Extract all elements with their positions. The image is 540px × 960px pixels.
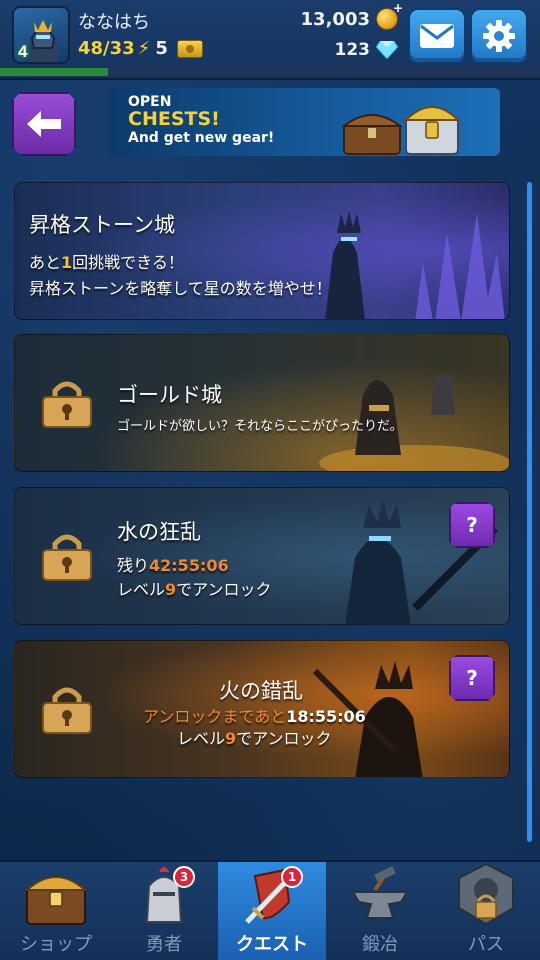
bolt-icon: ⚡ [137, 38, 151, 59]
attempts-count: 1 [61, 253, 73, 272]
unlock-level: 9 [165, 580, 177, 599]
nav-quest[interactable]: 1 クエスト [218, 862, 326, 960]
quest-attempts-line: あと1回挑戦できる！ [29, 249, 184, 273]
quest-desc-ascension: 昇格ストーンを略奪して星の数を増やせ！ [29, 279, 332, 298]
nav-forge-label: 鍛冶 [362, 934, 398, 955]
gold-warrior-illustration [319, 375, 509, 471]
energy-display: 48/33 ⚡ 5 [78, 38, 203, 59]
remaining-label: 残り [117, 556, 150, 575]
quest-card-fire-chaos[interactable]: 火の錯乱 アンロックまであと18:55:06 レベル9でアンロック ? [14, 640, 510, 778]
info-button-fire[interactable]: ? [449, 655, 495, 701]
xp-fill [0, 68, 108, 76]
fire-until-line: アンロックまであと18:55:06 [143, 703, 366, 727]
back-arrow-icon [27, 111, 61, 137]
water-remaining-time: 42:55:06 [149, 556, 229, 575]
ticket-icon [176, 39, 203, 58]
anvil-icon [351, 866, 409, 919]
xp-bar [0, 68, 540, 76]
attempts-suffix: 回挑戦できる！ [72, 253, 184, 272]
gem-value: 123 [334, 40, 371, 60]
gem-display[interactable]: 123 [334, 40, 398, 60]
gold-display[interactable]: 13,003 + [300, 1, 403, 30]
unlock-suffix: でアンロック [176, 580, 272, 599]
open-chests-banner[interactable]: OPEN CHESTS! And get new gear! [108, 88, 500, 156]
top-bar: 4 ななはち 48/33 ⚡ 5 13,003 + 123 [0, 0, 540, 80]
player-level: 4 [18, 42, 28, 61]
banner-line3: And get new gear! [128, 130, 275, 146]
coin-icon: + [376, 1, 403, 30]
water-remaining-line: 残り42:55:06 [117, 552, 229, 576]
unlock-suffix: でアンロック [236, 729, 332, 748]
heroes-icon-wrap: 3 [129, 862, 199, 928]
quest-title-water: 水の狂乱 [117, 520, 201, 544]
unlock-prefix: レベル [177, 729, 226, 748]
lock-icon [42, 687, 92, 734]
gem-icon [376, 41, 398, 59]
lock-icon [42, 534, 92, 581]
question-icon: ? [466, 513, 478, 537]
quest-icon-wrap: 1 [237, 862, 307, 928]
nav-shop-label: ショップ [20, 934, 92, 955]
until-label: アンロックまであと [143, 707, 287, 726]
quest-title-fire: 火の錯乱 [219, 679, 303, 703]
quest-badge: 1 [281, 866, 303, 888]
mail-button[interactable] [408, 8, 466, 64]
heroes-badge: 3 [173, 866, 195, 888]
quest-title-ascension: 昇格ストーン城 [29, 213, 175, 237]
settings-button[interactable] [470, 8, 528, 64]
lock-icon [42, 381, 92, 428]
scrollbar[interactable] [527, 182, 532, 842]
water-unlock-line: レベル9でアンロック [117, 576, 272, 600]
fire-until-time: 18:55:06 [286, 707, 366, 726]
nav-forge[interactable]: 鍛冶 [326, 862, 434, 960]
avatar[interactable]: 4 [12, 6, 70, 64]
quest-title-gold: ゴールド城 [117, 383, 222, 407]
quest-desc-gold: ゴールドが欲しい？それならここがぴったりだ。 [117, 419, 403, 434]
nav-pass[interactable]: パス [432, 862, 540, 960]
treasure-chest-icon [24, 876, 88, 925]
gear-icon [483, 20, 515, 52]
dark-knight-illustration [325, 211, 505, 319]
golden-chest-icon [403, 106, 461, 155]
nav-pass-label: パス [468, 934, 504, 955]
quest-card-water-frenzy[interactable]: 水の狂乱 残り42:55:06 レベル9でアンロック ? [14, 487, 510, 625]
bottom-nav: ショップ 3 勇者 1 クエスト 鍛冶 パス [0, 860, 540, 960]
ticket-count: 5 [155, 38, 168, 59]
back-button[interactable] [12, 92, 76, 156]
wooden-chest-icon [341, 114, 403, 155]
fire-unlock-line: レベル9でアンロック [177, 725, 332, 749]
quest-card-ascension-castle[interactable]: 昇格ストーン城 あと1回挑戦できる！ 昇格ストーンを略奪して星の数を増やせ！ [14, 182, 510, 320]
info-button-water[interactable]: ? [449, 502, 495, 548]
nav-shop[interactable]: ショップ [2, 862, 110, 960]
banner-line2: CHESTS! [128, 108, 220, 130]
question-icon: ? [466, 666, 478, 690]
energy-value: 48/33 [78, 38, 135, 59]
unlock-prefix: レベル [117, 580, 166, 599]
nav-heroes[interactable]: 3 勇者 [110, 862, 218, 960]
gold-value: 13,003 [300, 8, 370, 30]
mail-icon [420, 24, 454, 48]
locked-pass-icon [458, 862, 514, 926]
unlock-level: 9 [225, 729, 237, 748]
player-name: ななはち [78, 12, 150, 33]
nav-quest-label: クエスト [236, 934, 308, 955]
quest-card-gold-castle[interactable]: ゴールド城 ゴールドが欲しい？それならここがぴったりだ。 [14, 334, 510, 472]
attempts-prefix: あと [29, 253, 62, 272]
nav-heroes-label: 勇者 [146, 934, 182, 955]
